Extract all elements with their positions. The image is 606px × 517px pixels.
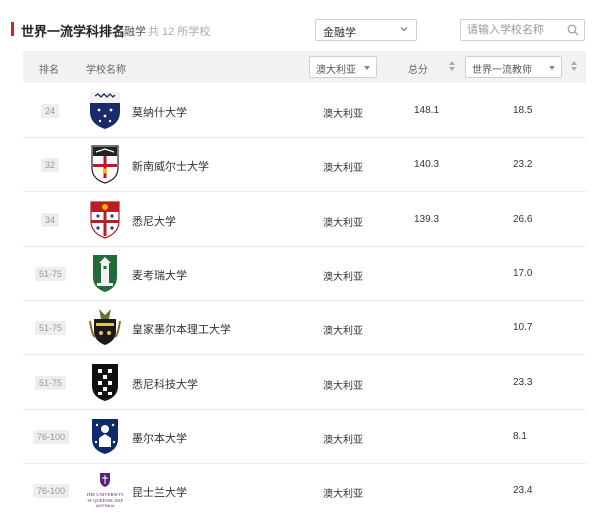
country-cell: 澳大利亚	[323, 381, 363, 392]
title-accent-bar	[11, 22, 14, 36]
school-name-link[interactable]: 悉尼科技大学	[132, 376, 198, 392]
macquarie-crest-icon[interactable]	[87, 253, 123, 293]
total-score-cell: 140.3	[414, 159, 440, 170]
table-row[interactable]: 24 莫纳什大学 澳大利亚 148.1 18.5	[23, 83, 586, 138]
rank-badge: 51-75	[35, 376, 67, 390]
total-score-cell: 139.3	[414, 214, 440, 225]
table-row[interactable]: 76-100 墨尔本大学 澳大利亚 8.1	[23, 409, 586, 464]
school-name-link[interactable]: 莫纳什大学	[132, 104, 187, 120]
country-filter-select[interactable]: 澳大利亚	[309, 56, 377, 78]
sort-icon[interactable]	[571, 61, 577, 73]
country-cell: 澳大利亚	[323, 435, 363, 446]
metric-score-cell: 18.5	[513, 105, 533, 116]
queensland-crest-icon[interactable]: THE UNIVERSITYOF QUEENSLANDAUSTRALIA	[87, 470, 123, 510]
school-count: 共 12 所学校	[148, 26, 211, 38]
rank-badge: 51-75	[35, 321, 67, 335]
name-column-header: 学校名称	[86, 65, 126, 76]
table-row[interactable]: 51-75 麦考瑞大学 澳大利亚 17.0	[23, 246, 586, 301]
melbourne-crest-icon[interactable]	[87, 416, 123, 456]
subject-select-value: 金融学	[323, 27, 356, 39]
metric-score-cell: 23.3	[513, 377, 533, 388]
metric-filter-select[interactable]: 世界一流教师	[465, 56, 562, 78]
page-title: 世界一流学科排名	[21, 24, 126, 39]
ranking-header: 世界一流学科排名 金融学 共 12 所学校 金融学	[0, 0, 606, 58]
school-name-link[interactable]: 麦考瑞大学	[132, 267, 187, 283]
rank-badge: 24	[41, 104, 60, 118]
country-cell: 澳大利亚	[323, 109, 363, 120]
school-name-link[interactable]: 墨尔本大学	[132, 430, 187, 446]
unsw-crest-icon[interactable]	[87, 144, 123, 184]
uts-crest-icon[interactable]	[87, 362, 123, 402]
metric-filter-value: 世界一流教师	[472, 65, 532, 76]
sydney-crest-icon[interactable]	[87, 199, 123, 239]
table-row[interactable]: 34 悉尼大学 澳大利亚 139.3 26.6	[23, 192, 586, 247]
rank-badge: 76-100	[33, 430, 70, 444]
logo-text-line: OF QUEENSLAND	[87, 498, 123, 503]
table-row[interactable]: 76-100 THE UNIVERSITY OF QUEENSLAND AUSTRAL…	[23, 463, 586, 517]
dropdown-arrow-icon	[549, 66, 555, 70]
search-input[interactable]	[467, 22, 563, 38]
logo-text-line: AUSTRALIA	[96, 504, 116, 508]
chevron-down-icon	[400, 27, 408, 32]
country-cell: 澳大利亚	[323, 272, 363, 283]
school-name-link[interactable]: 新南威尔士大学	[132, 158, 209, 174]
rank-badge: 51-75	[35, 267, 67, 281]
country-filter-value: 澳大利亚	[316, 65, 356, 76]
logo-text-line: THE UNIVERSITY	[87, 492, 123, 497]
total-column-header[interactable]: 总分	[408, 61, 428, 76]
table-row[interactable]: 51-75 皇家墨尔本理工大学 澳大利亚 10.7	[23, 300, 586, 355]
country-cell: 澳大利亚	[323, 163, 363, 174]
metric-score-cell: 17.0	[513, 268, 533, 279]
country-cell: 澳大利亚	[323, 489, 363, 500]
rank-badge: 32	[41, 158, 60, 172]
country-cell: 澳大利亚	[323, 218, 363, 229]
subject-select[interactable]: 金融学	[315, 19, 417, 41]
school-search[interactable]	[460, 19, 585, 41]
search-icon[interactable]	[567, 24, 579, 36]
monash-crest-icon[interactable]	[87, 90, 123, 130]
rmit-crest-icon[interactable]	[87, 307, 123, 347]
rank-column-header: 排名	[39, 65, 59, 76]
country-cell: 澳大利亚	[323, 326, 363, 337]
dropdown-arrow-icon	[364, 66, 370, 70]
school-name-link[interactable]: 皇家墨尔本理工大学	[132, 321, 231, 337]
sort-icon[interactable]	[449, 61, 455, 73]
table-header: 排名 学校名称 澳大利亚 总分 世界一流教师	[23, 51, 586, 83]
metric-score-cell: 23.2	[513, 159, 533, 170]
rank-badge: 76-100	[33, 484, 70, 498]
metric-score-cell: 23.4	[513, 485, 533, 496]
school-name-link[interactable]: 悉尼大学	[132, 213, 176, 229]
table-row[interactable]: 32 新南威尔士大学 澳大利亚 140.3 23.2	[23, 137, 586, 192]
rank-badge: 34	[41, 213, 60, 227]
metric-score-cell: 10.7	[513, 322, 533, 333]
subject-label: 金融学	[113, 26, 146, 38]
school-name-link[interactable]: 昆士兰大学	[132, 484, 187, 500]
table-row[interactable]: 51-75 悉尼科技大学 澳大利亚 23.3	[23, 355, 586, 410]
total-score-cell: 148.1	[414, 105, 440, 116]
metric-score-cell: 8.1	[513, 431, 527, 442]
metric-score-cell: 26.6	[513, 214, 533, 225]
